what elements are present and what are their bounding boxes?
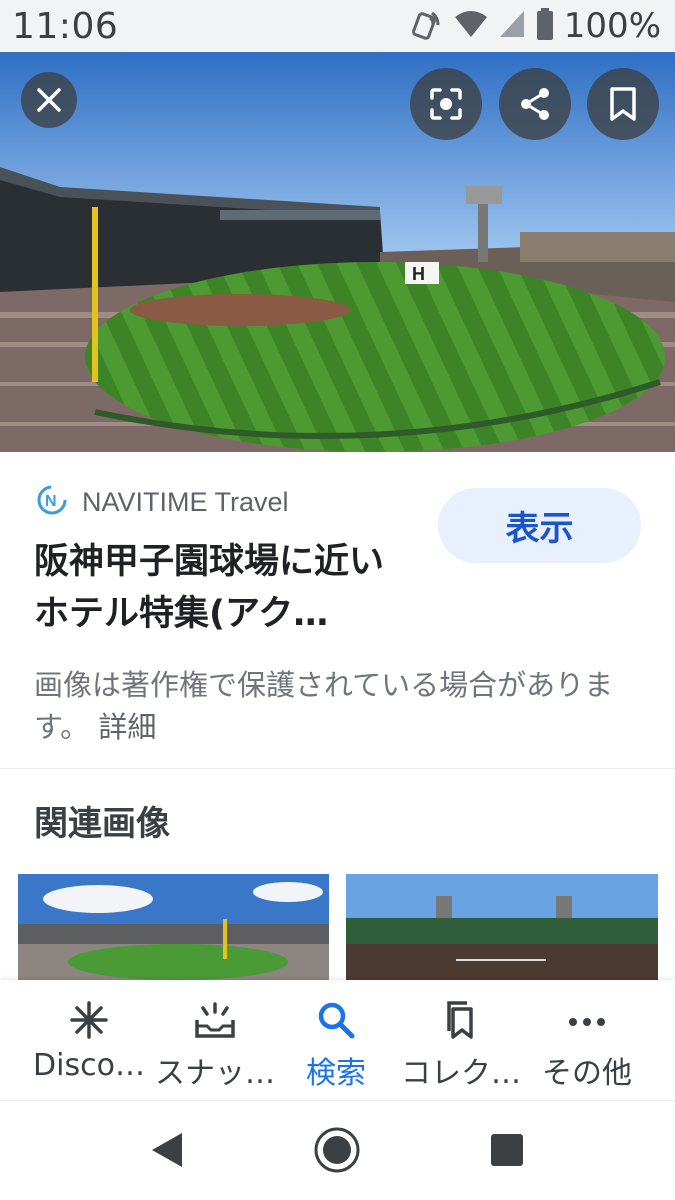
divider bbox=[0, 768, 675, 769]
snapshot-tray-icon bbox=[193, 1000, 237, 1044]
result-title[interactable]: 阪神甲子園球場に近いホテル特集(アク… bbox=[34, 536, 404, 640]
battery-icon bbox=[536, 8, 554, 44]
status-time: 11:06 bbox=[12, 6, 119, 47]
nav-more[interactable]: その他 bbox=[532, 980, 642, 1100]
search-icon bbox=[316, 1000, 356, 1044]
share-icon bbox=[517, 86, 553, 122]
svg-text:H: H bbox=[412, 264, 425, 284]
navitime-logo-icon: N bbox=[36, 484, 68, 520]
nav-label: Disco… bbox=[33, 1048, 145, 1083]
asterisk-icon bbox=[69, 1000, 109, 1044]
related-images-heading: 関連画像 bbox=[34, 804, 170, 844]
bookmark-icon bbox=[608, 86, 638, 122]
back-button[interactable] bbox=[142, 1127, 192, 1177]
view-button[interactable]: 表示 bbox=[438, 488, 641, 563]
nav-search[interactable]: 検索 bbox=[286, 980, 386, 1100]
recents-square-icon bbox=[490, 1133, 524, 1171]
share-button[interactable] bbox=[499, 68, 571, 140]
recents-button[interactable] bbox=[482, 1127, 532, 1177]
battery-percent: 100% bbox=[563, 6, 661, 46]
lens-button[interactable] bbox=[410, 68, 482, 140]
lens-icon bbox=[428, 86, 464, 122]
bottom-navigation: Disco… スナッ… 検索 コレク… その他 bbox=[0, 980, 675, 1100]
source-name: NAVITIME Travel bbox=[82, 486, 289, 517]
close-button[interactable] bbox=[21, 72, 77, 128]
nav-discover[interactable]: Disco… bbox=[24, 980, 154, 1100]
status-bar: 11:06 100% bbox=[0, 0, 675, 52]
source-row[interactable]: N NAVITIME Travel bbox=[36, 484, 289, 520]
nav-collections[interactable]: コレク… bbox=[396, 980, 526, 1100]
close-icon bbox=[36, 87, 62, 113]
more-dots-icon bbox=[567, 1013, 607, 1032]
nfc-icon bbox=[410, 7, 444, 45]
nav-label: その他 bbox=[542, 1056, 632, 1091]
signal-icon bbox=[498, 9, 526, 43]
related-image-1[interactable] bbox=[18, 874, 329, 980]
nav-label: 検索 bbox=[306, 1056, 366, 1091]
svg-text:N: N bbox=[45, 493, 57, 510]
copyright-notice: 画像は著作権で保護されている場合があります。 詳細 bbox=[34, 664, 654, 748]
home-button[interactable] bbox=[312, 1127, 362, 1177]
bookmark-button[interactable] bbox=[587, 68, 659, 140]
stadium-illustration: H bbox=[0, 52, 675, 452]
stadium-photo[interactable]: H bbox=[0, 52, 675, 452]
nav-snapshot[interactable]: スナッ… bbox=[150, 980, 280, 1100]
back-triangle-icon bbox=[150, 1131, 184, 1173]
related-stadium-photo-1 bbox=[18, 874, 329, 980]
system-navigation-bar bbox=[0, 1100, 675, 1200]
wifi-icon bbox=[454, 9, 488, 43]
details-link[interactable]: 詳細 bbox=[98, 710, 156, 744]
related-image-2[interactable] bbox=[346, 874, 658, 980]
collections-icon bbox=[441, 999, 481, 1045]
related-stadium-photo-2 bbox=[346, 874, 658, 980]
nav-label: スナッ… bbox=[155, 1056, 275, 1091]
nav-label: コレク… bbox=[401, 1056, 521, 1091]
home-circle-icon bbox=[312, 1125, 362, 1179]
status-icons: 100% bbox=[410, 6, 661, 46]
